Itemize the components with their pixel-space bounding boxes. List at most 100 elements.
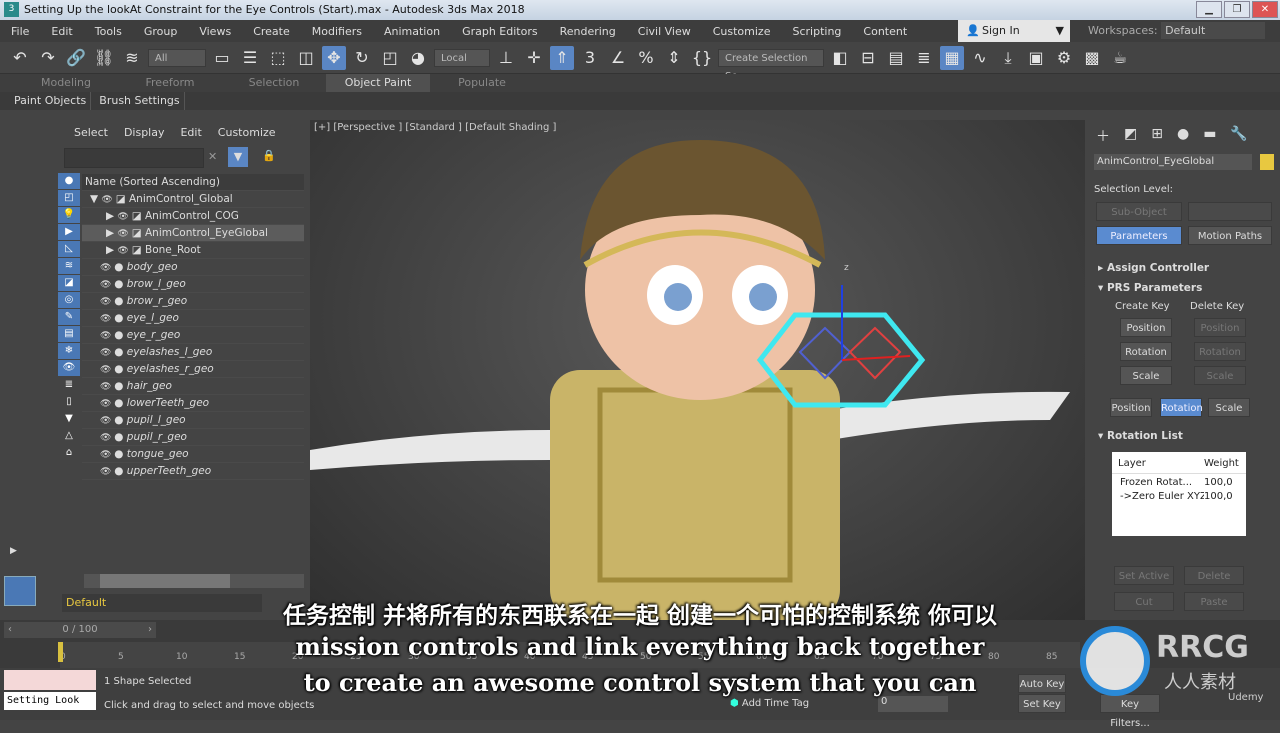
assign-controller-rollout[interactable]: ▸ Assign Controller — [1098, 262, 1209, 274]
selection-filter-dropdown[interactable]: All — [148, 48, 206, 67]
link-icon[interactable]: 🔗 — [64, 46, 88, 70]
minimize-button[interactable]: ▁ — [1196, 1, 1222, 18]
expand-arrow-icon[interactable]: ▶ — [106, 227, 117, 239]
explorer-filter-icon[interactable]: ▶ — [58, 224, 80, 240]
motion-paths-button[interactable]: Motion Paths — [1188, 226, 1272, 245]
create-key-position[interactable]: Position — [1120, 318, 1172, 337]
rotation-mode-button[interactable]: Rotation — [1160, 398, 1203, 417]
explorer-row[interactable]: ▶ 👁 ◪ Bone_Root — [82, 242, 304, 259]
modify-tab-icon[interactable]: ◩ — [1124, 126, 1137, 146]
menu-animation[interactable]: Animation — [373, 25, 451, 38]
visibility-eye-icon[interactable]: 👁 — [117, 212, 131, 222]
menu-group[interactable]: Group — [133, 25, 189, 38]
scene-explorer-icon[interactable]: ▤ — [884, 46, 908, 70]
sub-object-button[interactable]: Sub-Object — [1096, 202, 1182, 221]
explorer-filter-icon[interactable]: ▯ — [58, 394, 80, 410]
delete-key-position[interactable]: Position — [1194, 318, 1246, 337]
motion-tab-icon[interactable]: ● — [1177, 126, 1189, 146]
curve-editor-icon[interactable]: ∿ — [968, 46, 992, 70]
explorer-filter-icon[interactable]: ❄ — [58, 343, 80, 359]
schematic-view-icon[interactable]: ⤓ — [996, 46, 1020, 70]
explorer-row[interactable]: 👁 ● brow_r_geo — [82, 293, 304, 310]
toggle-ribbon-icon[interactable]: ▦ — [940, 45, 964, 70]
visibility-eye-icon[interactable]: 👁 — [100, 280, 114, 290]
explorer-search-input[interactable] — [64, 148, 204, 168]
ribbon-tab-freeform[interactable]: Freeform — [118, 74, 222, 92]
menu-civil-view[interactable]: Civil View — [627, 25, 702, 38]
visibility-eye-icon[interactable]: 👁 — [100, 467, 114, 477]
delete-key-scale[interactable]: Scale — [1194, 366, 1246, 385]
explorer-filter-icon[interactable]: ◺ — [58, 241, 80, 257]
object-color-swatch[interactable] — [1260, 154, 1274, 170]
gizmo-x-axis[interactable] — [841, 355, 911, 361]
rect-selection-icon[interactable]: ⬚ — [266, 46, 290, 70]
select-object-icon[interactable]: ▭ — [210, 46, 234, 70]
column-header-name[interactable]: Name (Sorted Ascending) — [82, 174, 304, 191]
explorer-row[interactable]: 👁 ● brow_l_geo — [82, 276, 304, 293]
explorer-filter-icon[interactable]: ◎ — [58, 292, 80, 308]
visibility-eye-icon[interactable]: 👁 — [100, 433, 114, 443]
explorer-row[interactable]: ▶ 👁 ◪ AnimControl_EyeGlobal — [82, 225, 304, 242]
visibility-eye-icon[interactable]: 👁 — [100, 382, 114, 392]
expand-panel-icon[interactable]: ▶ — [10, 546, 17, 556]
visibility-eye-icon[interactable]: 👁 — [100, 365, 114, 375]
explorer-row[interactable]: ▼ 👁 ◪ AnimControl_Global — [82, 191, 304, 208]
ribbon-sub-paint-objects[interactable]: Paint Objects — [10, 92, 92, 110]
visibility-eye-icon[interactable]: 👁 — [100, 263, 114, 273]
visibility-eye-icon[interactable]: 👁 — [117, 246, 131, 256]
explorer-row[interactable]: 👁 ● eyelashes_l_geo — [82, 344, 304, 361]
expand-arrow-icon[interactable]: ▼ — [90, 193, 101, 205]
align-icon[interactable]: ⊟ — [856, 46, 880, 70]
explorer-filter-icon[interactable]: ▤ — [58, 326, 80, 342]
expand-arrow-icon[interactable]: ▶ — [106, 210, 117, 222]
menu-graph-editors[interactable]: Graph Editors — [451, 25, 549, 38]
lock-icon[interactable]: 🔒 — [262, 149, 276, 162]
rotation-list-row[interactable]: ->Zero Euler XYZ 100,0 — [1112, 488, 1246, 502]
menu-customize[interactable]: Customize — [702, 25, 782, 38]
explorer-row[interactable]: 👁 ● eye_r_geo — [82, 327, 304, 344]
rendered-frame-window-icon[interactable]: ▩ — [1080, 46, 1104, 70]
explorer-filter-icon[interactable]: ≋ — [58, 258, 80, 274]
perspective-viewport[interactable]: z [+] [Perspective ] [Standard ] [Defaul… — [310, 120, 1085, 620]
create-key-scale[interactable]: Scale — [1120, 366, 1172, 385]
rotate-icon[interactable]: ↻ — [350, 46, 374, 70]
create-tab-icon[interactable]: ＋ — [1096, 126, 1110, 146]
placement-icon[interactable]: ◕ — [406, 46, 430, 70]
explorer-menu-edit[interactable]: Edit — [180, 126, 201, 139]
utilities-tab-icon[interactable]: 🔧 — [1230, 126, 1247, 146]
redo-icon[interactable]: ↷ — [36, 46, 60, 70]
set-active-button[interactable]: Set Active — [1114, 566, 1174, 585]
percent-snap-icon[interactable]: % — [634, 46, 658, 70]
layer-explorer-icon[interactable]: ≣ — [912, 46, 936, 70]
explorer-row[interactable]: 👁 ● lowerTeeth_geo — [82, 395, 304, 412]
close-button[interactable]: ✕ — [1252, 1, 1278, 18]
filter-icon[interactable]: ▼ — [228, 147, 248, 167]
angle-snap-icon[interactable]: ∠ — [606, 46, 630, 70]
visibility-eye-icon[interactable]: 👁 — [100, 348, 114, 358]
menu-create[interactable]: Create — [242, 25, 301, 38]
workspace-select[interactable]: Default — [1161, 22, 1266, 39]
unlink-icon[interactable]: ⛓ — [92, 46, 116, 70]
snap-3d-icon[interactable]: 3 — [578, 46, 602, 70]
expand-arrow-icon[interactable]: ▶ — [106, 244, 117, 256]
explorer-filter-icon[interactable]: 👁 — [58, 360, 80, 376]
sign-in-button[interactable]: 👤 Sign In ▼ — [958, 20, 1070, 42]
explorer-row[interactable]: 👁 ● body_geo — [82, 259, 304, 276]
explorer-row[interactable]: 👁 ● eye_l_geo — [82, 310, 304, 327]
delete-button[interactable]: Delete — [1184, 566, 1244, 585]
visibility-eye-icon[interactable]: 👁 — [100, 331, 114, 341]
explorer-filter-icon[interactable]: ● — [58, 173, 80, 189]
ribbon-tab-populate[interactable]: Populate — [430, 74, 534, 92]
create-key-rotation[interactable]: Rotation — [1120, 342, 1172, 361]
explorer-filter-icon[interactable]: ▼ — [58, 411, 80, 427]
frame-spinner[interactable]: 0 — [878, 696, 948, 712]
prs-parameters-rollout[interactable]: ▾ PRS Parameters — [1098, 282, 1202, 294]
explorer-filter-icon[interactable]: ✎ — [58, 309, 80, 325]
window-crossing-icon[interactable]: ◫ — [294, 46, 318, 70]
explorer-filter-icon[interactable]: △ — [58, 428, 80, 444]
restore-button[interactable]: ❐ — [1224, 1, 1250, 18]
hierarchy-tab-icon[interactable]: ⊞ — [1151, 126, 1163, 146]
position-mode-button[interactable]: Position — [1110, 398, 1152, 417]
menu-views[interactable]: Views — [188, 25, 242, 38]
menu-content[interactable]: Content — [852, 25, 918, 38]
